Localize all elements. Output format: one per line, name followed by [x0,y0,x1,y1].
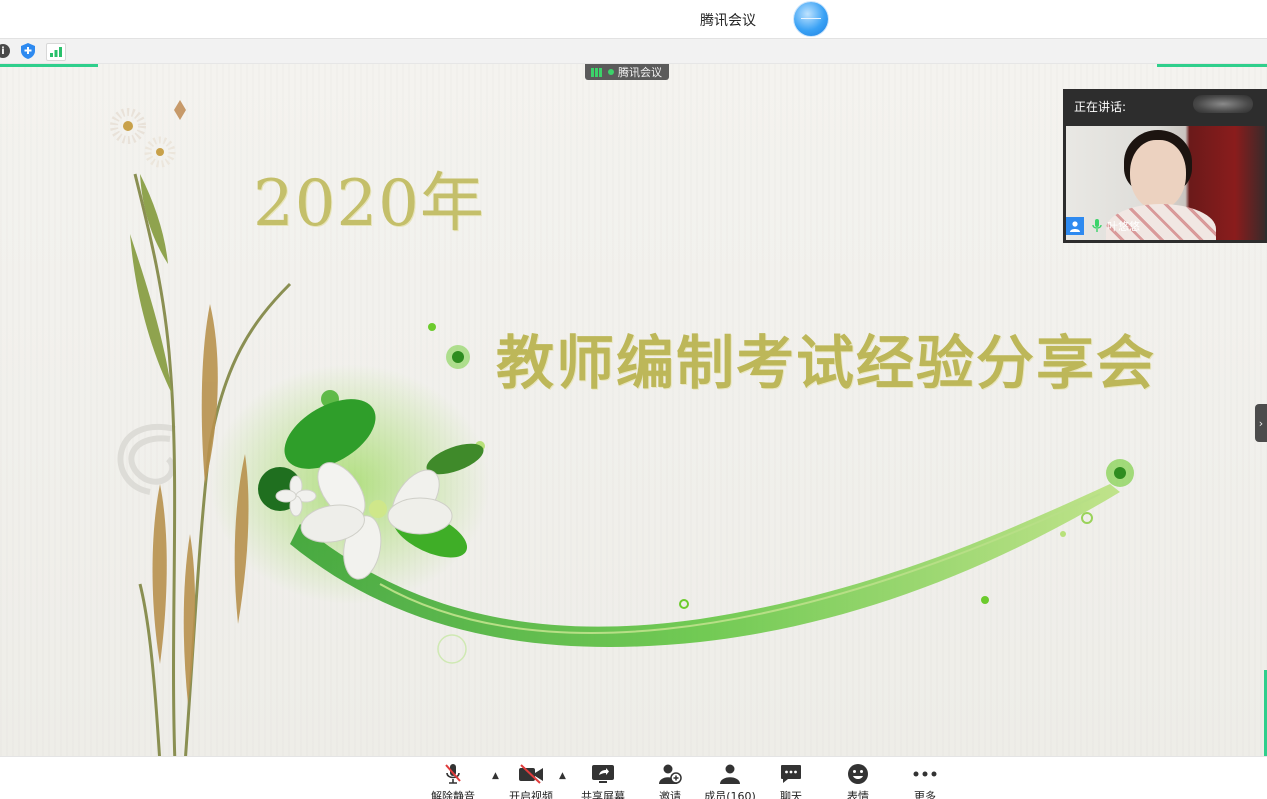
share-screen-label: 共享屏幕 [581,790,625,799]
user-avatar[interactable] [794,2,828,36]
reactions-button[interactable]: 表情 [823,763,893,799]
meeting-indicator-label: 腾讯会议 [618,66,662,79]
meeting-toolbar: 解除静音 ▲ 开启视频 ▲ 共享屏幕 邀请 成员(160) 聊天 表情 更多 [0,756,1267,799]
members-label: 成员(160) [704,790,756,799]
share-border-top-right [1157,64,1267,67]
signal-icon [591,67,605,77]
slide-headline: 教师编制考试经验分享会 [496,329,1157,397]
share-border-top-left [0,64,98,67]
speaker-label: 正在讲话: [1074,100,1127,114]
share-screen-icon [568,763,638,785]
video-options-caret-icon[interactable]: ▲ [559,771,566,781]
unmute-button[interactable]: 解除静音 [418,763,488,799]
chevron-right-icon: › [1258,416,1264,430]
user-icon [1066,217,1084,235]
signal-strength-icon[interactable] [46,43,66,61]
recording-dot-icon [608,69,614,75]
chat-label: 聊天 [780,790,802,799]
active-speaker-panel[interactable]: 正在讲话: 叶悠悠 [1063,89,1267,243]
microphone-muted-icon [418,763,488,785]
microphone-icon [1090,219,1104,233]
title-bar: 腾讯会议 [0,0,1267,39]
info-icon[interactable]: i [0,44,10,58]
speaker-namebar: 叶悠悠 [1066,215,1140,237]
speaker-name: 叶悠悠 [1107,220,1140,233]
status-bar: i [0,39,1267,64]
start-video-button[interactable]: 开启视频 [496,763,566,799]
window-title: 腾讯会议 [700,13,756,29]
more-button[interactable]: 更多 [890,763,960,799]
more-label: 更多 [914,790,936,799]
camera-off-icon [496,763,566,785]
start-video-label: 开启视频 [509,790,553,799]
unmute-label: 解除静音 [431,790,475,799]
reactions-label: 表情 [847,790,869,799]
chat-button[interactable]: 聊天 [756,763,826,799]
speaker-face [1130,140,1186,210]
members-button[interactable]: 成员(160) [695,763,765,799]
more-dots-icon [890,763,960,785]
blurred-name [1193,95,1253,113]
smiley-icon [823,763,893,785]
meeting-indicator[interactable]: 腾讯会议 [585,64,669,80]
members-icon [695,763,765,785]
slide-year: 2020年 [253,167,485,241]
share-screen-button[interactable]: 共享屏幕 [568,763,638,799]
shield-icon[interactable] [20,43,36,59]
collapse-panel-button[interactable]: › [1255,404,1267,442]
chat-bubble-icon [756,763,826,785]
